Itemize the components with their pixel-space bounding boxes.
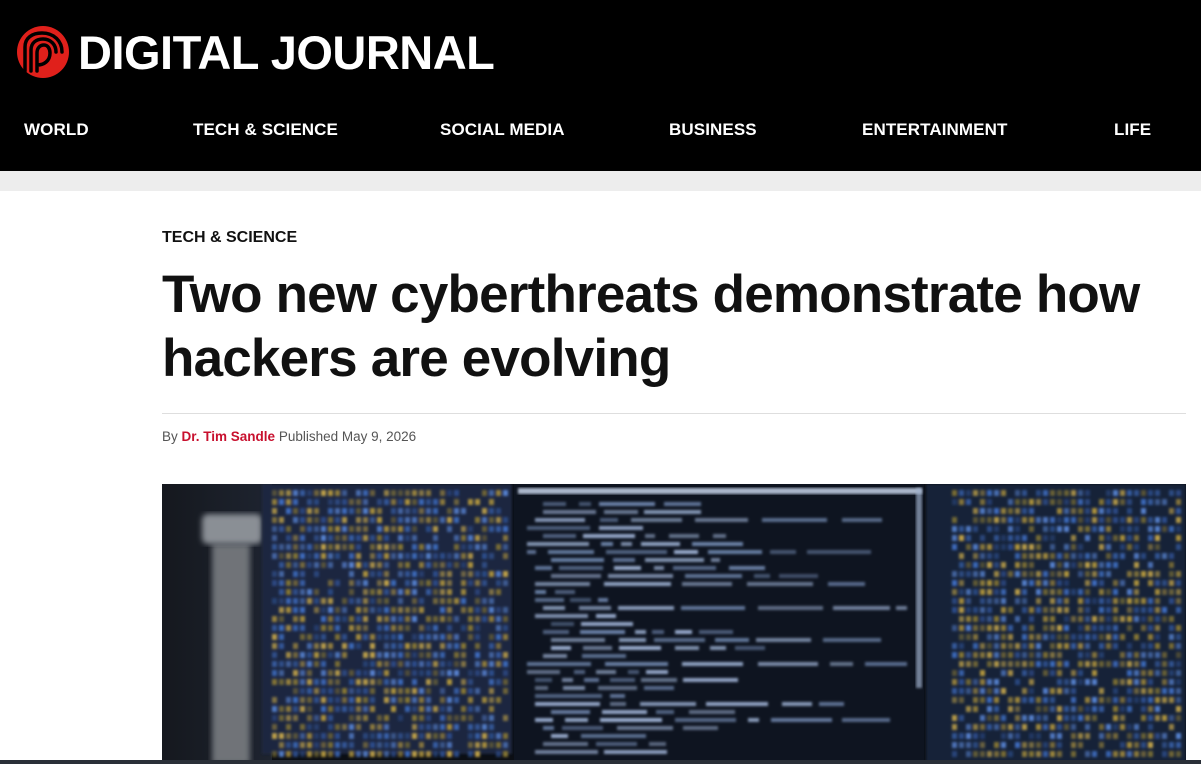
nav-item-world[interactable]: WORLD	[24, 120, 89, 140]
article-headline: Two new cyberthreats demonstrate how hac…	[162, 265, 1140, 388]
nav-item-business[interactable]: BUSINESS	[669, 120, 757, 140]
byline-date: May 9, 2026	[341, 429, 417, 444]
main-nav: WORLD TECH & SCIENCE SOCIAL MEDIA BUSINE…	[0, 110, 1201, 152]
viewport-bottom-edge	[0, 760, 1201, 764]
site-logo-link[interactable]: DIGITAL JOURNAL	[16, 24, 495, 80]
article-byline: By Dr. Tim Sandle Published May 9, 2026	[162, 429, 416, 444]
nav-item-life[interactable]: LIFE	[1114, 120, 1151, 140]
brand-name: DIGITAL JOURNAL	[78, 25, 495, 79]
byline-by: By	[162, 429, 178, 444]
site-header: DIGITAL JOURNAL WORLD TECH & SCIENCE SOC…	[0, 0, 1201, 171]
hero-image[interactable]	[162, 484, 1186, 764]
digital-journal-logo-icon	[17, 26, 69, 78]
article-category-link[interactable]: TECH & SCIENCE	[162, 229, 297, 247]
nav-item-social-media[interactable]: SOCIAL MEDIA	[440, 120, 565, 140]
byline-author-link[interactable]: Dr. Tim Sandle	[182, 429, 276, 444]
nav-item-tech-science[interactable]: TECH & SCIENCE	[193, 120, 338, 140]
nav-item-entertainment[interactable]: ENTERTAINMENT	[862, 120, 1007, 140]
header-separator-band	[0, 171, 1201, 191]
headline-divider	[162, 413, 1186, 414]
byline-published-label: Published	[278, 429, 339, 444]
hero-image-graphic	[162, 484, 1186, 764]
